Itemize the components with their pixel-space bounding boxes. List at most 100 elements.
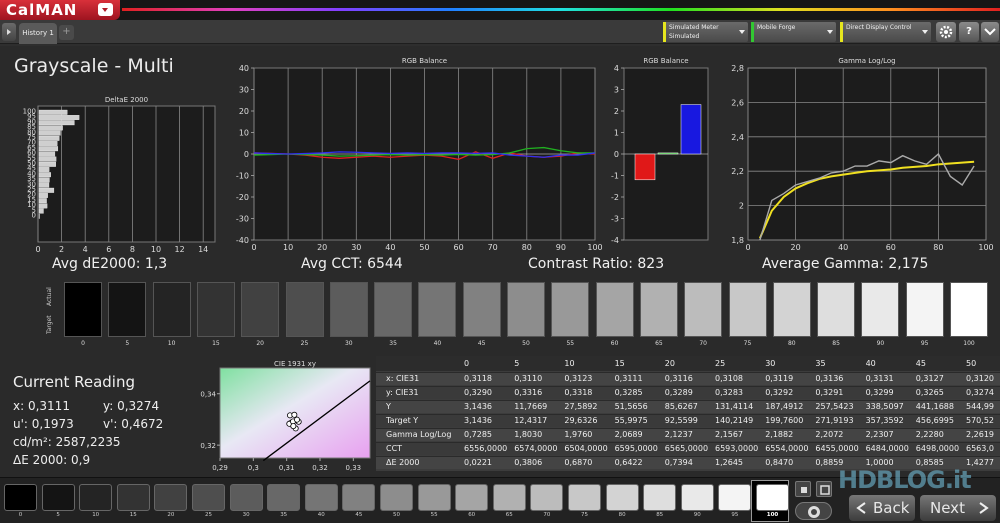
rgb-balance-line-chart: RGB Balance0 10 20 30 40 50 60 70 80 90 1004030201… [236,57,603,252]
patch-label: 40 [317,512,325,518]
balance-bar-g [657,152,679,155]
row-label: CCT [386,444,403,453]
reading-luminance: cd/m²: 2587,2235 [13,435,121,449]
table-cell: 51,5656 [614,402,648,411]
patch-label: 100 [766,512,779,518]
swatch-label: 75 [743,340,752,347]
patch-button[interactable] [756,484,789,511]
patch-button[interactable] [643,484,677,511]
patch-button[interactable] [680,484,714,511]
x-tick-label: 40 [385,243,395,252]
x-tick-label: 50 [419,243,429,252]
help-button[interactable]: ? [959,22,979,42]
patch-button[interactable] [718,484,752,511]
settings-button[interactable] [936,22,956,42]
y-tick-label: 1 [614,129,619,138]
calman-menu-button[interactable]: CalMAN [0,0,120,20]
patch-button[interactable] [229,484,263,511]
patch-label: 75 [581,512,588,518]
y-tick-label: 20 [239,107,249,116]
row-label: Gamma Log/Log [386,430,452,439]
swatch-label: 20 [256,340,264,347]
next-button[interactable]: Next [920,495,996,521]
de-bar [38,109,68,115]
patch-label: 85 [656,512,664,518]
top-bar: CalMAN [0,0,1000,20]
table-cell: 6498,0000 [915,444,960,453]
y-tick-label: -30 [236,215,249,224]
table-cell: 570,52 [966,416,994,425]
patch-button[interactable] [79,484,113,511]
swatch-label: 100 [963,340,975,347]
table-row: Target Y 3,1436 12,4317 29,6326 55,9975 92,55… [376,414,1000,427]
tab-history-1[interactable]: History 1 [19,23,57,44]
meter-selector[interactable]: Simulated Meter Simulated [663,22,748,42]
measure-button[interactable] [795,502,832,520]
reading-v: v': 0,4672 [103,417,164,431]
table-cell: 6593,0000 [715,444,759,453]
generator-status-indicator [751,22,754,42]
patch-button[interactable] [605,484,639,511]
display-selector[interactable]: Direct Display Control [840,22,931,42]
patch-button[interactable] [455,484,489,511]
grayscale-swatch [329,282,368,337]
patch-button[interactable] [380,484,413,511]
y-tick-label: 0 [614,150,619,159]
de-bar [38,193,48,198]
patch-button[interactable] [568,484,601,511]
patch-button[interactable] [492,484,526,511]
table-cell: 3,1436 [464,402,492,411]
swatch-label: 35 [389,340,397,347]
back-button[interactable]: Back [849,495,915,521]
y-tick-label: -4 [611,236,619,245]
patch-button[interactable] [116,484,150,511]
patch-label: 50 [393,512,400,518]
table-cell: 0,6870 [564,458,593,467]
back-label: Back [873,499,910,517]
pattern-generator-selector[interactable]: Mobile Forge [751,22,836,42]
gear-icon [939,25,953,39]
patch-button[interactable] [342,484,376,511]
loop-button[interactable] [816,481,832,497]
patch-button[interactable] [304,484,338,511]
table-cell: 0,3123 [564,374,593,383]
swatch-label: 55 [566,340,575,347]
patch-button[interactable] [154,484,188,511]
x-tick-label: 40 [838,243,848,252]
grayscale-swatch [595,282,634,337]
x-tick-label: 80 [522,243,532,252]
patch-button[interactable] [267,484,301,511]
x-tick-label: 0 [35,245,40,254]
measurement-point [291,411,298,418]
table-cell: 11,7669 [514,402,548,411]
session-menu-button[interactable] [2,23,16,41]
table-cell: 0,7285 [464,430,492,439]
y-tick-label: 2 [739,202,744,211]
table-cell: 2,0689 [614,430,643,439]
column-header: 20 [664,359,675,368]
reading-deltae: ΔE 2000: 0,9 [13,453,91,467]
patch-button[interactable] [4,484,37,511]
x-tick-label: 8 [130,245,135,254]
row-label: Target Y [386,416,419,425]
add-tab-button[interactable]: + [59,25,74,40]
x-tick-label: 2 [59,245,64,254]
patch-button[interactable] [192,484,225,511]
patch-button[interactable] [41,484,75,511]
table-cell: 0,3110 [514,374,543,383]
y-tick-label: 100 [23,108,36,116]
stop-button[interactable] [795,481,811,497]
de-bar [38,115,80,120]
de-bar [38,130,61,136]
collapse-button[interactable] [981,22,999,42]
y-tick-label: 2,8 [731,64,744,73]
patch-label: 30 [242,512,250,518]
average-gamma-stat: Average Gamma: 2,175 [762,256,929,272]
patch-button[interactable] [530,484,564,511]
grayscale-swatch [241,282,280,337]
table-cell: 6556,0000 [464,444,508,453]
grayscale-swatch [462,282,501,337]
grayscale-swatch [418,282,457,337]
patch-button[interactable] [417,484,451,511]
x-tick-label: 0,33 [346,464,362,472]
